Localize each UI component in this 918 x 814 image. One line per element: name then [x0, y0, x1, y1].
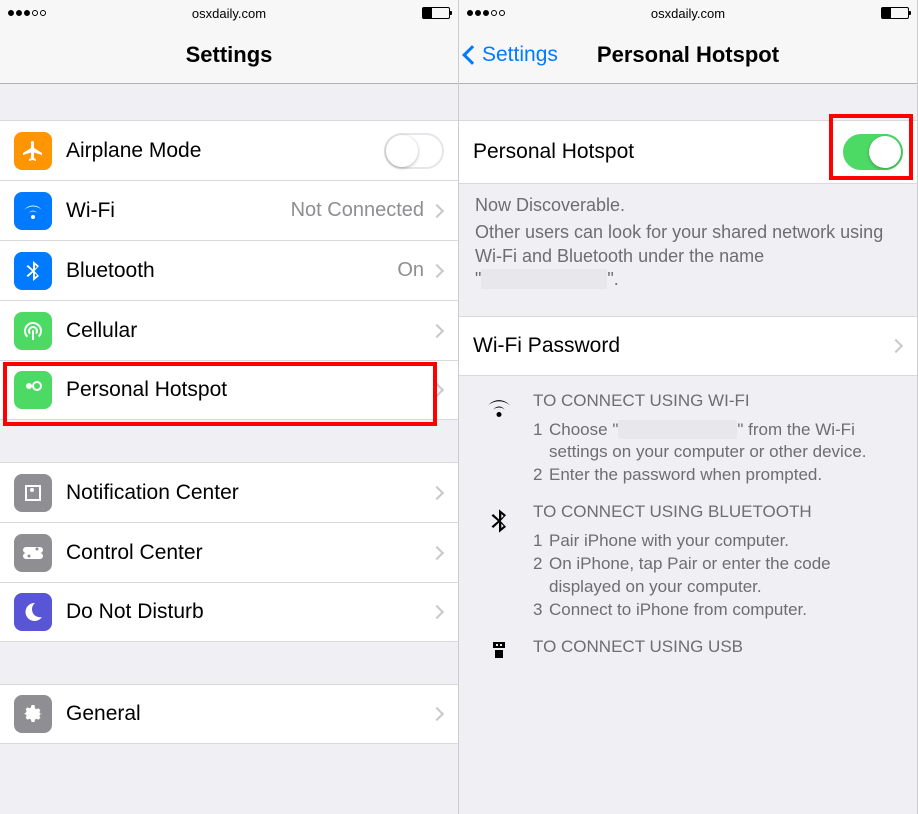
- navbar: Settings Personal Hotspot: [459, 26, 917, 84]
- chevron-right-icon: [430, 263, 444, 277]
- back-label: Settings: [482, 43, 558, 67]
- row-label: Wi-Fi: [66, 199, 115, 223]
- wifi-icon: [14, 192, 52, 230]
- page-title: Settings: [186, 42, 273, 68]
- row-label: Airplane Mode: [66, 139, 201, 163]
- chevron-right-icon: [430, 605, 444, 619]
- discoverable-line2: Other users can look for your shared net…: [475, 221, 901, 291]
- moon-icon: [14, 593, 52, 631]
- instructions-title: TO CONNECT USING WI-FI: [533, 390, 905, 413]
- bluetooth-icon: [481, 501, 517, 622]
- battery-icon: [881, 7, 909, 19]
- settings-row-hotspot[interactable]: Personal Hotspot: [0, 360, 458, 420]
- gear-icon: [14, 695, 52, 733]
- hotspot-toggle-row[interactable]: Personal Hotspot: [459, 120, 917, 184]
- instructions-bluetooth: TO CONNECT USING BLUETOOTH 1Pair iPhone …: [459, 487, 917, 622]
- redacted-name: xxxxxxxxxxxxxx: [481, 269, 607, 289]
- notification-center-icon: [14, 474, 52, 512]
- discoverable-text: Now Discoverable. Other users can look f…: [459, 184, 917, 298]
- airplane-icon: [14, 132, 52, 170]
- discoverable-line1: Now Discoverable.: [475, 194, 901, 217]
- bluetooth-icon: [14, 252, 52, 290]
- airplane-toggle[interactable]: [384, 133, 444, 169]
- back-button[interactable]: Settings: [465, 43, 558, 67]
- settings-row-airplane[interactable]: Airplane Mode: [0, 120, 458, 180]
- instruction-step: On iPhone, tap Pair or enter the code di…: [549, 553, 905, 599]
- row-label: Personal Hotspot: [66, 378, 227, 402]
- settings-row-general[interactable]: General: [0, 684, 458, 744]
- page-title: Personal Hotspot: [597, 42, 779, 68]
- instruction-step: Pair iPhone with your computer.: [549, 530, 905, 553]
- redacted-name: xxxxxxxxxxxxxx: [618, 420, 737, 439]
- settings-row-do-not-disturb[interactable]: Do Not Disturb: [0, 582, 458, 642]
- row-label: Control Center: [66, 541, 203, 565]
- hotspot-screen: osxdaily.com Settings Personal Hotspot P…: [459, 0, 918, 814]
- wifi-icon: [481, 390, 517, 488]
- status-bar: osxdaily.com: [0, 0, 458, 26]
- row-label: Wi-Fi Password: [473, 334, 620, 358]
- settings-row-control-center[interactable]: Control Center: [0, 522, 458, 582]
- cellular-icon: [14, 312, 52, 350]
- instructions-title: TO CONNECT USING BLUETOOTH: [533, 501, 905, 524]
- chevron-right-icon: [430, 323, 444, 337]
- row-value: Not Connected: [291, 199, 424, 222]
- status-bar: osxdaily.com: [459, 0, 917, 26]
- wifi-password-row[interactable]: Wi-Fi Password: [459, 316, 917, 376]
- settings-screen: osxdaily.com Settings Airplane Mode Wi-F…: [0, 0, 459, 814]
- battery-icon: [422, 7, 450, 19]
- chevron-right-icon: [430, 203, 444, 217]
- chevron-right-icon: [430, 707, 444, 721]
- row-label: Personal Hotspot: [473, 140, 634, 164]
- row-label: Notification Center: [66, 481, 239, 505]
- instruction-step: Choose "xxxxxxxxxxxxxx" from the Wi-Fi s…: [549, 419, 905, 465]
- chevron-right-icon: [430, 545, 444, 559]
- status-title: osxdaily.com: [0, 6, 458, 21]
- instruction-step: Connect to iPhone from computer.: [549, 599, 905, 622]
- status-title: osxdaily.com: [459, 6, 917, 21]
- row-value: On: [397, 259, 424, 282]
- settings-row-cellular[interactable]: Cellular: [0, 300, 458, 360]
- settings-row-notification-center[interactable]: Notification Center: [0, 462, 458, 522]
- hotspot-toggle[interactable]: [843, 134, 903, 170]
- chevron-right-icon: [430, 383, 444, 397]
- settings-row-bluetooth[interactable]: Bluetooth On: [0, 240, 458, 300]
- hotspot-icon: [14, 371, 52, 409]
- row-label: Do Not Disturb: [66, 600, 204, 624]
- chevron-right-icon: [430, 485, 444, 499]
- row-label: General: [66, 702, 141, 726]
- navbar: Settings: [0, 26, 458, 84]
- control-center-icon: [14, 534, 52, 572]
- instruction-step: Enter the password when prompted.: [549, 464, 905, 487]
- chevron-right-icon: [889, 338, 903, 352]
- usb-icon: [481, 636, 517, 665]
- row-label: Cellular: [66, 319, 137, 343]
- instructions-title: TO CONNECT USING USB: [533, 636, 905, 659]
- instructions-usb: TO CONNECT USING USB: [459, 622, 917, 665]
- chevron-left-icon: [462, 45, 482, 65]
- row-label: Bluetooth: [66, 259, 155, 283]
- instructions-wifi: TO CONNECT USING WI-FI 1Choose "xxxxxxxx…: [459, 376, 917, 488]
- settings-row-wifi[interactable]: Wi-Fi Not Connected: [0, 180, 458, 240]
